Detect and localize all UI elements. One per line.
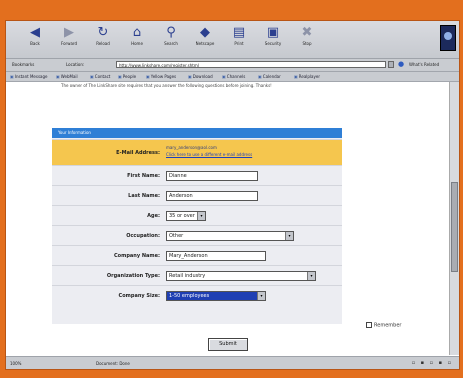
change-email-link[interactable]: Click here to use a different e-mail add… <box>166 152 252 157</box>
chevron-down-icon: ▾ <box>197 212 205 220</box>
scrollbar-thumb[interactable] <box>451 182 458 272</box>
chevron-down-icon: ▾ <box>257 292 265 300</box>
reload-button[interactable]: ↻ Reload <box>88 24 118 54</box>
search-icon: ⚲ <box>166 25 176 40</box>
back-arrow-icon: ◀ <box>30 25 40 40</box>
reload-icon: ↻ <box>97 25 109 40</box>
occupation-select[interactable]: Other ▾ <box>166 231 294 241</box>
netscape-logo-icon <box>440 25 456 51</box>
chevron-down-icon: ▾ <box>307 272 315 280</box>
first-name-label: First Name: <box>127 173 160 179</box>
organization-type-select-value: Retail industry <box>169 273 206 279</box>
forward-arrow-icon: ▶ <box>64 25 74 40</box>
company-size-select-value: 1-50 employees <box>169 293 210 299</box>
stop-icon: ✖ <box>301 25 313 40</box>
remember-checkbox[interactable]: Remember <box>366 322 401 329</box>
organization-type-select[interactable]: Retail industry ▾ <box>166 271 316 281</box>
netscape-button[interactable]: ◆ Netscape <box>190 24 220 54</box>
vertical-scrollbar[interactable] <box>449 82 459 355</box>
first-name-row: First Name: Dianne <box>52 165 342 185</box>
company-name-input[interactable]: Mary_Anderson <box>166 251 266 261</box>
bookmarks-button[interactable]: Bookmarks <box>12 62 34 67</box>
organization-type-row: Organization Type: Retail industry ▾ <box>52 265 342 285</box>
last-name-input[interactable]: Anderson <box>166 191 258 201</box>
browser-window: ◀ Back ▶ Forward ↻ Reload ⌂ Home ⚲ Searc… <box>6 21 459 369</box>
security-icon: ▣ <box>266 25 280 40</box>
age-label: Age: <box>147 213 160 219</box>
personal-item[interactable]: WebMail <box>56 74 78 79</box>
checkbox-icon <box>366 322 372 328</box>
whats-related-icon[interactable]: ● <box>398 61 406 68</box>
age-select[interactable]: 35 or over ▾ <box>166 211 206 221</box>
url-dropdown-icon[interactable] <box>388 61 394 68</box>
remember-label: Remember <box>374 322 402 329</box>
personal-item[interactable]: Realplayer <box>294 74 320 79</box>
registration-form: Your Information E-Mail Address: mary_an… <box>52 128 342 324</box>
email-row: E-Mail Address: mary_anderson@aol.com Cl… <box>52 139 342 165</box>
whats-related-button[interactable]: What's Related <box>409 62 439 67</box>
netscape-icon: ◆ <box>200 25 210 40</box>
last-name-row: Last Name: Anderson <box>52 185 342 205</box>
occupation-label: Occupation: <box>126 233 160 239</box>
home-button[interactable]: ⌂ Home <box>122 24 152 54</box>
company-size-select[interactable]: 1-50 employees ▾ <box>166 291 266 301</box>
print-icon: ▤ <box>232 25 246 40</box>
location-bar: Bookmarks Location: http://www.linkshare… <box>6 59 459 72</box>
company-name-row: Company Name: Mary_Anderson <box>52 245 342 265</box>
personal-item[interactable]: Channels <box>222 74 246 79</box>
personal-item[interactable]: People <box>118 74 136 79</box>
status-bar: 100% Document: Done ▫ ▪ ▫ ▪ ▫ <box>6 356 459 369</box>
personal-item[interactable]: Instant Message <box>10 74 48 79</box>
age-row: Age: 35 or over ▾ <box>52 205 342 225</box>
form-header: Your Information <box>52 128 342 138</box>
progress-text: 100% <box>10 361 22 366</box>
page-content: The owner of The LinkShare site requires… <box>6 82 450 355</box>
security-button[interactable]: ▣ Security <box>258 24 288 54</box>
location-label: Location: <box>66 62 85 67</box>
status-text: Document: Done <box>96 361 130 366</box>
status-icons: ▫ ▪ ▫ ▪ ▫ <box>411 360 453 366</box>
last-name-label: Last Name: <box>128 193 160 199</box>
personal-toolbar: Instant Message WebMail Contact People Y… <box>6 72 459 82</box>
personal-item[interactable]: Download <box>188 74 213 79</box>
age-select-value: 35 or over <box>169 213 195 219</box>
navigation-toolbar: ◀ Back ▶ Forward ↻ Reload ⌂ Home ⚲ Searc… <box>6 21 459 59</box>
home-icon: ⌂ <box>132 25 142 40</box>
intro-text: The owner of The LinkShare site requires… <box>61 83 272 88</box>
email-value: mary_anderson@aol.com <box>166 145 217 150</box>
personal-item[interactable]: Calendar <box>258 74 281 79</box>
print-button[interactable]: ▤ Print <box>224 24 254 54</box>
company-size-label: Company Size: <box>118 293 160 299</box>
company-name-label: Company Name: <box>114 253 160 259</box>
search-button[interactable]: ⚲ Search <box>156 24 186 54</box>
organization-type-label: Organization Type: <box>106 273 160 279</box>
first-name-input[interactable]: Dianne <box>166 171 258 181</box>
personal-item[interactable]: Yellow Pages <box>146 74 176 79</box>
occupation-select-value: Other <box>169 233 184 239</box>
forward-button[interactable]: ▶ Forward <box>54 24 84 54</box>
url-input[interactable]: http://www.linkshare.com/register.shtml <box>116 61 386 68</box>
email-label: E-Mail Address: <box>116 150 160 156</box>
stop-button[interactable]: ✖ Stop <box>292 24 322 54</box>
chevron-down-icon: ▾ <box>285 232 293 240</box>
company-size-row: Company Size: 1-50 employees ▾ <box>52 285 342 305</box>
personal-item[interactable]: Contact <box>90 74 111 79</box>
back-button[interactable]: ◀ Back <box>20 24 50 54</box>
submit-button[interactable]: Submit <box>208 338 248 351</box>
occupation-row: Occupation: Other ▾ <box>52 225 342 245</box>
